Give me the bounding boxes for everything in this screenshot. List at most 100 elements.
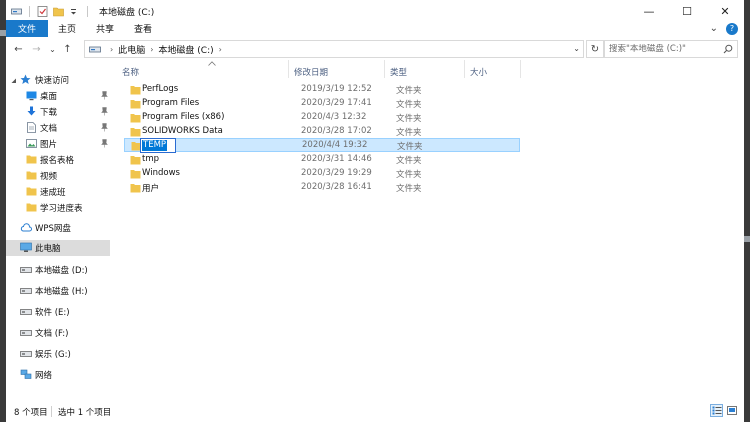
properties-icon[interactable] <box>37 5 48 17</box>
tab-view[interactable]: 查看 <box>124 20 162 37</box>
title-bar: 本地磁盘 (C:) — ☐ ✕ <box>6 0 744 22</box>
nav-label: 视频 <box>40 172 58 182</box>
documents-icon <box>26 122 37 133</box>
cloud-icon <box>20 222 32 233</box>
column-divider[interactable] <box>520 60 521 78</box>
forward-button[interactable]: → <box>30 42 43 56</box>
column-divider[interactable] <box>288 60 289 78</box>
rename-input[interactable]: TEMP <box>140 138 176 153</box>
nav-label: 学习进度表 <box>40 204 83 214</box>
nav-label: WPS网盘 <box>35 224 71 234</box>
nav-documents[interactable]: 文档 <box>6 120 110 136</box>
expand-arrow-icon[interactable] <box>11 77 17 87</box>
nav-wps-cloud[interactable]: WPS网盘 <box>6 220 110 236</box>
file-date: 2020/3/28 17:02 <box>301 126 372 136</box>
breadcrumb-this-pc[interactable]: 此电脑 <box>118 43 145 56</box>
address-row: ← → ⌄ ↑ › 此电脑 › 本地磁盘 (C:) › ⌄ ↻ <box>6 40 744 58</box>
title-divider <box>29 5 30 17</box>
file-row[interactable]: SOLIDWORKS Data 2020/3/28 17:02 文件夹 <box>124 125 520 139</box>
nav-folder-crash-course[interactable]: 速成班 <box>6 184 110 200</box>
folder-icon <box>26 154 37 165</box>
file-type: 文件夹 <box>396 184 422 194</box>
nav-label: 速成班 <box>40 188 66 198</box>
folder-icon <box>130 127 141 137</box>
breadcrumb-drive-c[interactable]: 本地磁盘 (C:) <box>158 43 213 56</box>
nav-label: 下载 <box>40 108 58 118</box>
file-date: 2020/4/3 12:32 <box>301 112 367 122</box>
tab-share[interactable]: 共享 <box>86 20 124 37</box>
close-button[interactable]: ✕ <box>706 0 744 22</box>
nav-downloads[interactable]: 下载 <box>6 104 110 120</box>
new-folder-icon[interactable] <box>53 6 64 17</box>
file-row-selected[interactable]: TEMP 2020/4/4 19:32 文件夹 <box>124 138 520 153</box>
file-row[interactable]: Program Files (x86) 2020/4/3 12:32 文件夹 <box>124 111 520 125</box>
status-bar: 8 个项目 选中 1 个项目 <box>6 402 744 422</box>
navigation-pane: 快速访问 桌面 下载 文档 图片 报名表格 视频 速成班 学习进度表 WPS网盘… <box>6 66 110 400</box>
nav-drive-g[interactable]: 娱乐 (G:) <box>6 346 110 362</box>
nav-pictures[interactable]: 图片 <box>6 136 110 152</box>
customize-toolbar-icon[interactable] <box>69 6 80 17</box>
nav-quick-access[interactable]: 快速访问 <box>6 72 110 88</box>
folder-icon <box>130 99 141 109</box>
help-icon[interactable]: ? <box>726 22 738 35</box>
background-strip-right <box>744 0 750 422</box>
file-row[interactable]: tmp 2020/3/31 14:46 文件夹 <box>124 153 520 167</box>
nav-drive-h[interactable]: 本地磁盘 (H:) <box>6 283 110 299</box>
file-name: SOLIDWORKS Data <box>142 126 223 136</box>
nav-label: 桌面 <box>40 92 58 102</box>
file-name: 用户 <box>142 184 160 194</box>
nav-label: 软件 (E:) <box>35 308 70 318</box>
nav-folder-videos[interactable]: 视频 <box>6 168 110 184</box>
up-button[interactable]: ↑ <box>61 42 74 56</box>
file-row[interactable]: PerfLogs 2019/3/19 12:52 文件夹 <box>124 83 520 97</box>
nav-label: 报名表格 <box>40 156 75 166</box>
nav-folder-forms[interactable]: 报名表格 <box>6 152 110 168</box>
background-mark-right <box>744 236 750 242</box>
nav-drive-f[interactable]: 文档 (F:) <box>6 325 110 341</box>
nav-drive-d[interactable]: 本地磁盘 (D:) <box>6 262 110 278</box>
file-row[interactable]: 用户 2020/3/28 16:41 文件夹 <box>124 181 520 195</box>
network-icon <box>20 369 32 380</box>
folder-icon <box>130 113 141 123</box>
address-bar[interactable]: › 此电脑 › 本地磁盘 (C:) › ⌄ <box>84 40 584 58</box>
details-view-icon[interactable] <box>710 404 723 417</box>
maximize-button[interactable]: ☐ <box>668 0 706 22</box>
nav-this-pc[interactable]: 此电脑 <box>6 240 110 256</box>
file-row[interactable]: Program Files 2020/3/29 17:41 文件夹 <box>124 97 520 111</box>
nav-desktop[interactable]: 桌面 <box>6 88 110 104</box>
column-header-size[interactable]: 大小 <box>470 66 487 80</box>
tab-home[interactable]: 主页 <box>48 20 86 37</box>
nav-network[interactable]: 网络 <box>6 367 110 383</box>
column-header-date[interactable]: 修改日期 <box>294 66 328 80</box>
nav-label: 文档 (F:) <box>35 329 69 339</box>
file-row[interactable]: Windows 2020/3/29 19:29 文件夹 <box>124 167 520 181</box>
file-list: 名称 修改日期 类型 大小 PerfLogs 2019/3/19 12:52 文… <box>116 58 744 398</box>
nav-drive-e[interactable]: 软件 (E:) <box>6 304 110 320</box>
folder-icon <box>26 186 37 197</box>
file-date: 2020/4/4 19:32 <box>302 140 368 150</box>
pin-icon <box>100 139 109 151</box>
nav-label: 网络 <box>35 371 53 381</box>
back-button[interactable]: ← <box>12 42 25 56</box>
quick-access-toolbar: 本地磁盘 (C:) <box>6 0 154 22</box>
file-name: tmp <box>142 154 160 164</box>
tab-file[interactable]: 文件 <box>6 20 49 37</box>
minimize-button[interactable]: — <box>630 0 668 22</box>
address-dropdown-icon[interactable]: ⌄ <box>573 44 580 53</box>
recent-locations-button[interactable]: ⌄ <box>46 42 59 56</box>
refresh-button[interactable]: ↻ <box>586 40 604 58</box>
column-divider[interactable] <box>384 60 385 78</box>
expand-ribbon-icon[interactable]: ⌄ <box>710 23 718 34</box>
nav-folder-progress[interactable]: 学习进度表 <box>6 200 110 216</box>
nav-label: 此电脑 <box>35 244 61 254</box>
column-header-name[interactable]: 名称 <box>122 66 139 80</box>
search-icon[interactable] <box>723 44 733 57</box>
search-input[interactable] <box>609 44 719 54</box>
large-icons-view-icon[interactable] <box>725 404 738 417</box>
column-divider[interactable] <box>464 60 465 78</box>
status-divider <box>51 406 52 417</box>
column-header-type[interactable]: 类型 <box>390 66 407 80</box>
file-name: Program Files (x86) <box>142 112 225 122</box>
drive-icon <box>20 327 32 338</box>
nav-label: 文档 <box>40 124 58 134</box>
